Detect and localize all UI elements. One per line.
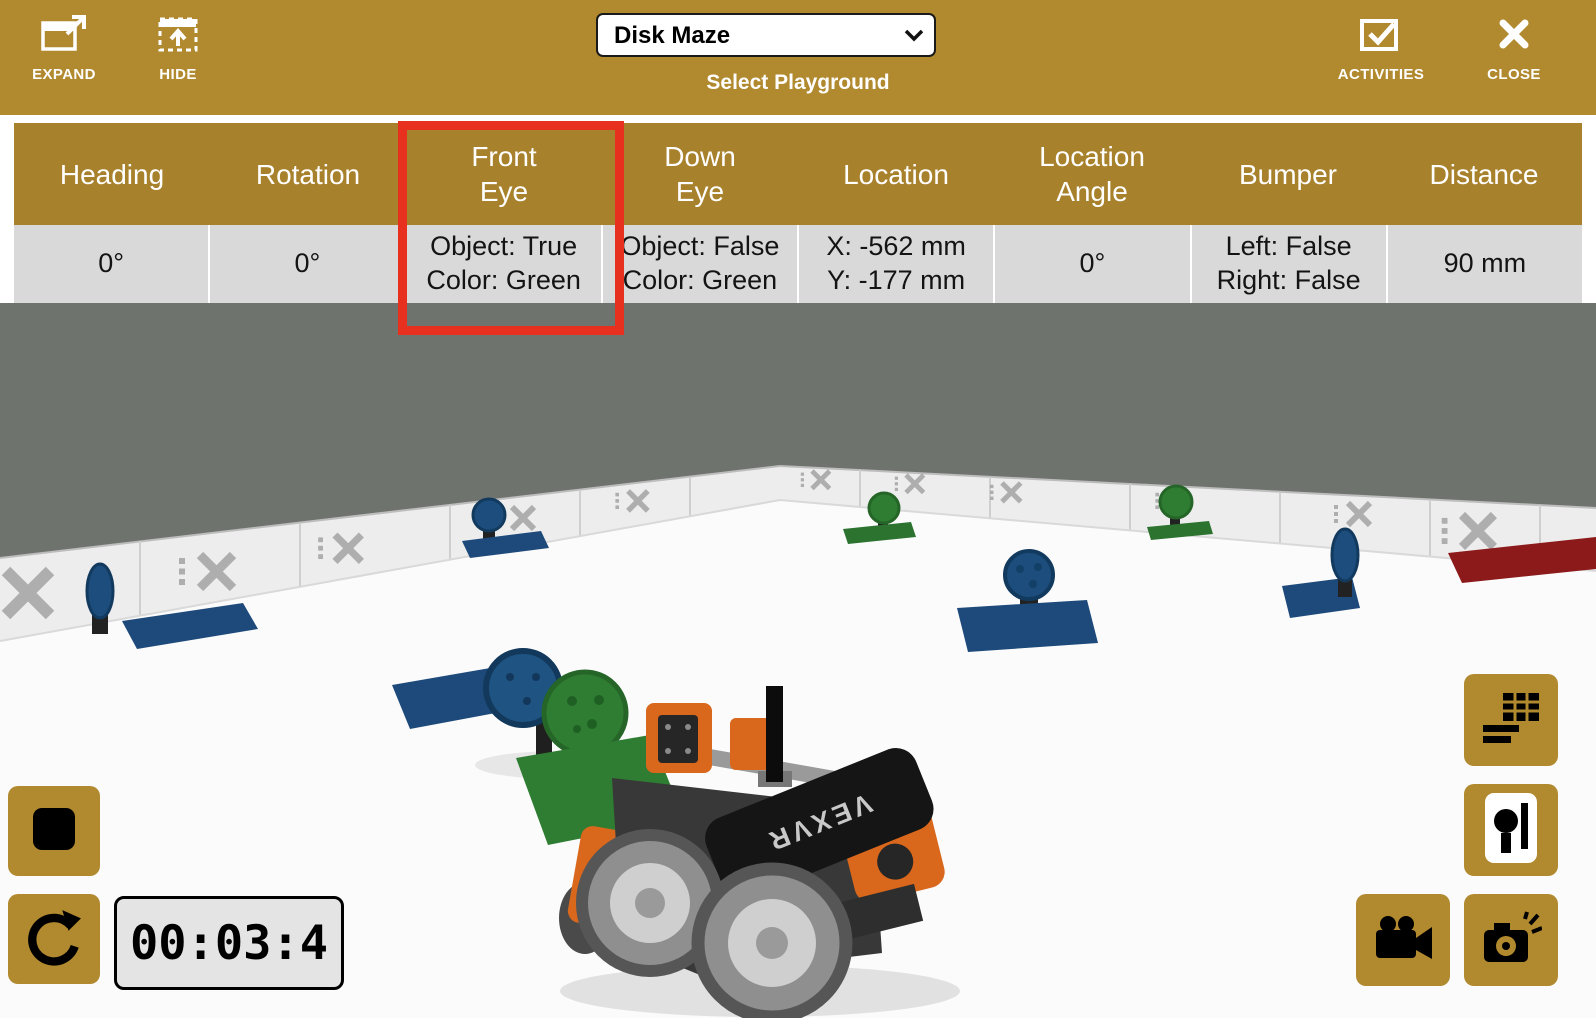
sensor-dashboard: Heading Rotation Front Eye Down Eye Loca… bbox=[14, 123, 1582, 303]
activities-label: ACTIVITIES bbox=[1338, 66, 1425, 83]
timer-display: 00:03:4 bbox=[114, 896, 344, 990]
snapshot-camera-icon bbox=[1480, 910, 1542, 971]
robot-view-icon bbox=[1482, 791, 1540, 870]
timer-value: 00:03:4 bbox=[130, 916, 328, 971]
top-toolbar: EXPAND HIDE Disk Maze Select Playground bbox=[0, 0, 1596, 115]
sensor-values-row: 0° 0° Object: TrueColor: Green Object: F… bbox=[14, 225, 1582, 303]
col-header-bumper: Bumper bbox=[1190, 123, 1386, 225]
value-distance: 90 mm bbox=[1386, 225, 1582, 303]
data-grid-icon bbox=[1481, 691, 1541, 750]
col-header-location: Location bbox=[798, 123, 994, 225]
expand-icon bbox=[40, 13, 88, 59]
value-rotation: 0° bbox=[208, 225, 404, 303]
value-heading: 0° bbox=[14, 225, 208, 303]
playground-select[interactable]: Disk Maze bbox=[596, 13, 936, 57]
col-header-heading: Heading bbox=[14, 123, 210, 225]
reset-icon bbox=[25, 908, 83, 971]
hide-window-icon bbox=[156, 13, 200, 59]
reset-button[interactable] bbox=[8, 894, 100, 984]
close-icon bbox=[1493, 13, 1535, 59]
snapshot-button[interactable] bbox=[1464, 894, 1558, 986]
close-label: CLOSE bbox=[1487, 66, 1541, 83]
close-button[interactable]: CLOSE bbox=[1476, 13, 1552, 83]
value-location: X: -562 mmY: -177 mm bbox=[797, 225, 993, 303]
value-front-eye: Object: TrueColor: Green bbox=[405, 225, 601, 303]
col-header-rotation: Rotation bbox=[210, 123, 406, 225]
activities-button[interactable]: ACTIVITIES bbox=[1322, 13, 1440, 83]
playground-select-wrap: Disk Maze bbox=[596, 13, 936, 57]
stop-button[interactable] bbox=[8, 786, 100, 876]
robot-wheel-right bbox=[698, 869, 846, 1017]
col-header-distance: Distance bbox=[1386, 123, 1582, 225]
sensor-header-row: Heading Rotation Front Eye Down Eye Loca… bbox=[14, 123, 1582, 225]
stop-icon bbox=[30, 805, 78, 858]
robot-antenna bbox=[766, 686, 783, 782]
video-camera-button[interactable] bbox=[1356, 894, 1450, 986]
mat-blue-mid-right bbox=[957, 600, 1098, 652]
col-header-location-angle: Location Angle bbox=[994, 123, 1190, 225]
value-bumper: Left: FalseRight: False bbox=[1190, 225, 1386, 303]
col-header-down-eye: Down Eye bbox=[602, 123, 798, 225]
value-location-angle: 0° bbox=[993, 225, 1189, 303]
video-camera-icon bbox=[1372, 913, 1434, 968]
activities-checkbox-icon bbox=[1356, 13, 1406, 59]
value-down-eye: Object: FalseColor: Green bbox=[601, 225, 797, 303]
robot-view-button[interactable] bbox=[1464, 784, 1558, 876]
sensor-data-button[interactable] bbox=[1464, 674, 1558, 766]
col-header-front-eye: Front Eye bbox=[406, 123, 602, 225]
